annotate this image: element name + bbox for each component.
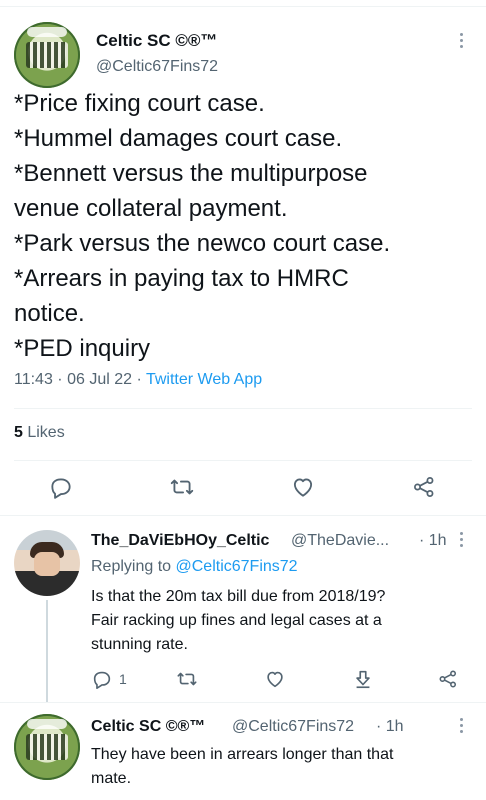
replying-to-handle[interactable]: @Celtic67Fins72 — [176, 558, 298, 575]
reply-icon — [51, 478, 71, 499]
avatar-face — [34, 552, 60, 576]
like-icon — [267, 671, 283, 688]
crest-banner — [27, 27, 67, 37]
reply-text-line: They have been in arrears longer than th… — [91, 746, 394, 763]
divider — [14, 460, 472, 461]
reply-text-line: Is that the 20m tax bill due from 2018/1… — [91, 588, 386, 605]
reply-text-line: mate. — [91, 770, 132, 787]
retweet-button[interactable] — [175, 668, 199, 690]
tweet-line: *Bennett versus the multipurpose — [14, 160, 368, 187]
reply-icon — [93, 671, 111, 689]
tweet-line: *Arrears in paying tax to HMRC — [14, 265, 349, 292]
share-button[interactable] — [411, 474, 437, 500]
crest-banner — [27, 719, 67, 729]
retweet-button[interactable] — [168, 474, 196, 500]
replying-to: Replying to @Celtic67Fins72 — [91, 558, 298, 576]
reply-display-name[interactable]: Celtic SC ©®™ — [91, 718, 205, 736]
replying-prefix: Replying to — [91, 558, 176, 575]
divider — [14, 408, 472, 409]
reply-avatar[interactable] — [14, 714, 80, 780]
share-icon — [414, 477, 434, 497]
top-border — [0, 6, 486, 7]
timestamp[interactable]: 11:43 · 06 Jul 22 · — [14, 371, 146, 388]
tweet-line: venue collateral payment. — [14, 195, 288, 222]
tweet-line: *PED inquiry — [14, 335, 151, 362]
likes-count[interactable]: 5 Likes — [14, 424, 65, 442]
reply-avatar[interactable] — [14, 530, 80, 596]
reply-age[interactable]: · 1h — [419, 532, 447, 550]
reply-action-bar: 1 — [0, 668, 486, 698]
avatar[interactable] — [14, 22, 80, 88]
like-button[interactable] — [290, 474, 316, 500]
more-icon[interactable] — [460, 718, 464, 733]
likes-label: Likes — [22, 424, 65, 441]
likes-number: 5 — [14, 424, 23, 441]
reply-handle[interactable]: @Celtic67Fins72 — [232, 718, 354, 736]
like-icon — [293, 478, 313, 497]
tweet-text: *Price fixing court case. *Hummel damage… — [14, 86, 474, 366]
reply-age[interactable]: · 1h — [376, 718, 404, 736]
tweet-line: *Hummel damages court case. — [14, 125, 343, 152]
section-divider — [0, 702, 486, 703]
like-button[interactable] — [264, 668, 286, 690]
tweet-line: notice. — [14, 300, 85, 327]
download-button[interactable] — [352, 668, 374, 690]
more-icon[interactable] — [460, 532, 464, 547]
reply-text-line: Fair racking up fines and legal cases at… — [91, 612, 382, 629]
tweet-meta: 11:43 · 06 Jul 22 · Twitter Web App — [14, 371, 262, 389]
share-icon — [439, 670, 457, 688]
source-app-link[interactable]: Twitter Web App — [146, 371, 262, 388]
reply-text-line: stunning rate. — [91, 636, 188, 653]
reply-display-name[interactable]: The_DaViEbHOy_Celtic — [91, 532, 269, 550]
share-button[interactable] — [437, 668, 459, 690]
team-photo — [25, 41, 69, 69]
reply-count: 1 — [119, 671, 127, 687]
download-icon — [356, 670, 370, 689]
reply-button[interactable] — [48, 474, 74, 500]
tweet-line: *Park versus the newco court case. — [14, 230, 391, 257]
display-name[interactable]: Celtic SC ©®™ — [96, 31, 217, 51]
more-icon[interactable] — [460, 33, 464, 48]
main-action-bar — [0, 474, 486, 504]
retweet-icon — [177, 672, 197, 686]
user-handle[interactable]: @Celtic67Fins72 — [96, 58, 218, 76]
team-photo — [25, 733, 69, 761]
retweet-icon — [170, 479, 194, 495]
reply-button[interactable]: 1 — [91, 668, 127, 690]
section-divider — [0, 515, 486, 516]
tweet-line: *Price fixing court case. — [14, 90, 265, 117]
reply-handle[interactable]: @TheDavie... — [291, 532, 389, 550]
